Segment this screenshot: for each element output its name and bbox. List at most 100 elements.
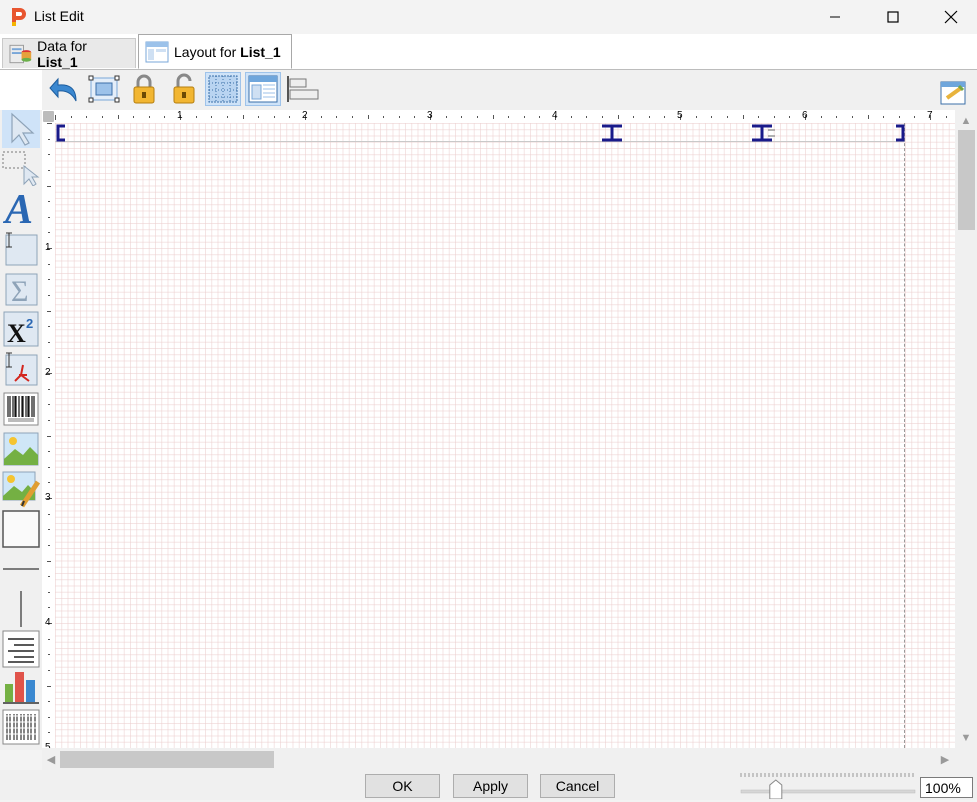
horizontal-ruler: 1 2 3 4 5 6 7 [55, 110, 955, 123]
text-tool[interactable]: A [2, 187, 40, 227]
minimize-button[interactable] [806, 0, 864, 34]
pdf-field-tool[interactable] [2, 350, 40, 388]
scroll-right-icon[interactable]: ▶ [936, 750, 954, 768]
ruler-tick [48, 279, 50, 281]
undo-button[interactable] [46, 72, 82, 106]
bracket-right-icon [896, 124, 905, 142]
ruler-tick [48, 232, 50, 234]
scroll-up-icon[interactable]: ▲ [957, 112, 975, 130]
zoom-level-field[interactable]: 100% [920, 777, 973, 798]
ruler-tick [742, 115, 744, 119]
ruler-tick [48, 701, 50, 703]
ruler-tick [711, 116, 713, 118]
ruler-tick [836, 116, 838, 118]
ruler-label: 2 [302, 110, 308, 121]
ruler-tick [648, 116, 650, 118]
horizontal-line-tool[interactable] [2, 550, 40, 588]
column-start-handle[interactable] [55, 124, 67, 145]
ruler-tick [461, 116, 463, 118]
column-separator-handle[interactable] [601, 124, 623, 145]
show-grid-button[interactable] [245, 72, 281, 106]
ruler-tick [351, 116, 353, 118]
ruler-tick [48, 216, 50, 218]
ruler-tick [48, 716, 50, 718]
ruler-tick [383, 116, 385, 118]
right-margin-guide [904, 123, 905, 748]
ruler-tick [47, 685, 51, 687]
lock-button[interactable] [126, 72, 162, 106]
svg-text:2: 2 [26, 316, 33, 331]
ruler-tick [258, 116, 260, 118]
column-separator-handle-selected[interactable] [751, 124, 777, 145]
ruler-tick [86, 116, 88, 118]
svg-text:A: A [3, 187, 33, 227]
pointer-tool[interactable] [2, 110, 40, 148]
layout-canvas[interactable] [55, 123, 955, 748]
ruler-tick [945, 116, 947, 118]
chart-tool[interactable] [2, 668, 40, 706]
ruler-tick [664, 116, 666, 118]
ok-button[interactable]: OK [365, 774, 440, 798]
column-end-handle[interactable] [895, 124, 907, 145]
ruler-tick [48, 326, 50, 328]
ruler-tick [48, 154, 50, 156]
database-icon [9, 44, 32, 63]
ruler-tick [336, 116, 338, 118]
rectangle-tool[interactable] [2, 510, 40, 548]
undo-icon [49, 77, 77, 102]
ruler-tick [101, 116, 103, 118]
ruler-tick [48, 529, 50, 531]
ruler-tick [492, 115, 494, 119]
paragraph-tool-icon [2, 630, 40, 668]
text-tool-icon: A [3, 187, 33, 227]
zoom-slider-thumb[interactable] [769, 779, 783, 800]
unlock-button[interactable] [166, 72, 202, 106]
field-tool-icon [5, 232, 38, 266]
group-button[interactable] [86, 72, 122, 106]
tab-layout-label: Layout for List_1 [174, 43, 281, 60]
scroll-left-icon[interactable]: ◀ [42, 750, 60, 768]
ruler-tick [414, 116, 416, 118]
ruler-origin-icon [43, 111, 54, 122]
tab-data-label: Data for List_1 [37, 37, 87, 70]
toolbar-spacer [0, 70, 42, 110]
barcode-tool[interactable] [2, 390, 40, 428]
zoom-slider[interactable] [738, 771, 918, 800]
field-tool[interactable] [2, 230, 40, 268]
tab-layout[interactable]: Layout for List_1 [138, 34, 292, 69]
ruler-label: 4 [45, 617, 51, 628]
marquee-select-tool[interactable] [2, 148, 40, 186]
cancel-button[interactable]: Cancel [540, 774, 615, 798]
ruler-tick [48, 201, 50, 203]
ruler-tick [617, 115, 619, 119]
align-left-button[interactable] [285, 72, 321, 106]
ruler-tick [133, 116, 135, 118]
apply-button[interactable]: Apply [453, 774, 528, 798]
image-tool[interactable] [2, 430, 40, 468]
ruler-tick [48, 466, 50, 468]
close-button[interactable] [922, 0, 977, 34]
ruler-tick [867, 115, 869, 119]
paragraph-tool[interactable] [2, 630, 40, 668]
ruler-tick [758, 116, 760, 118]
page-setup-button[interactable] [937, 76, 969, 108]
scroll-down-icon[interactable]: ▼ [957, 729, 975, 747]
snap-to-grid-button[interactable] [205, 72, 241, 106]
maximize-button[interactable] [864, 0, 922, 34]
ruler-tick [914, 116, 916, 118]
ruler-tick [570, 116, 572, 118]
superscript-tool[interactable]: X2 [2, 310, 40, 348]
ruler-tick [48, 576, 50, 578]
vertical-ruler: 12345 [42, 123, 55, 753]
vertical-line-tool[interactable] [2, 590, 40, 628]
ruler-tick [633, 116, 635, 118]
horizontal-scroll-thumb[interactable] [60, 751, 274, 768]
sum-tool[interactable]: Σ [2, 270, 40, 308]
table-tool[interactable] [2, 708, 40, 746]
image-field-tool[interactable] [2, 470, 40, 508]
ruler-tick [367, 115, 369, 119]
tab-data[interactable]: Data for List_1 [2, 37, 136, 70]
vertical-scroll-thumb[interactable] [958, 130, 975, 230]
ruler-tick [523, 116, 525, 118]
superscript-tool-icon: X2 [3, 311, 39, 347]
